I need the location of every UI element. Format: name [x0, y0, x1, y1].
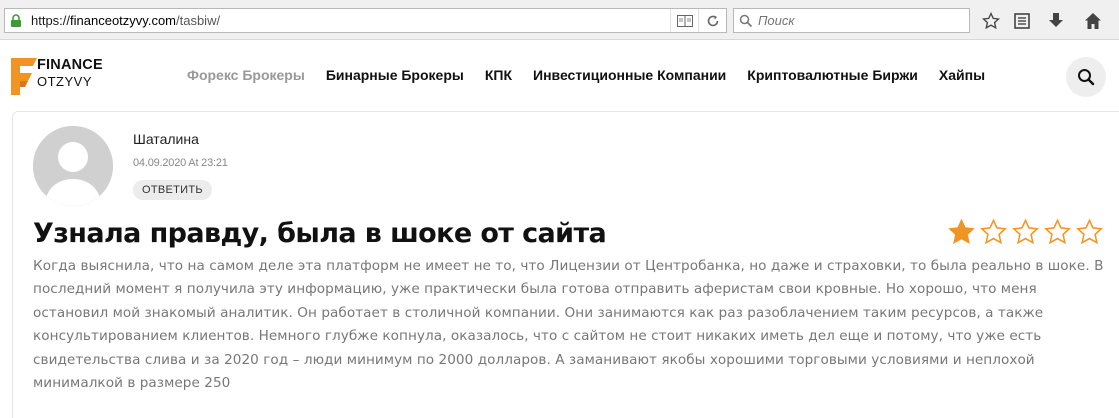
site-header: FINANCE OTZYVY Форекс Брокеры Бинарные Б…: [0, 41, 1119, 109]
user-silhouette-icon: [33, 126, 113, 206]
star-filled-icon: [946, 218, 977, 246]
lock-icon[interactable]: [5, 9, 27, 32]
star-empty-icon: [1010, 218, 1041, 246]
download-icon[interactable]: [1043, 9, 1069, 33]
reader-view-icon[interactable]: [670, 9, 698, 32]
logo-text-otzyvy: OTZYVY: [37, 74, 93, 89]
search-icon: [1078, 69, 1095, 86]
nav-item-binary-brokers[interactable]: Бинарные Брокеры: [326, 67, 464, 83]
reply-button[interactable]: ОТВЕТИТЬ: [133, 180, 212, 200]
nav-item-kpk[interactable]: КПК: [485, 67, 512, 83]
star-empty-icon: [1042, 218, 1073, 246]
browser-search-box[interactable]: [733, 8, 970, 33]
nav-item-investment-companies[interactable]: Инвестиционные Компании: [533, 67, 726, 83]
reload-icon[interactable]: [698, 9, 726, 32]
browser-toolbar: https://financeotzyvy.com/tasbiw/: [0, 0, 1119, 40]
review-body: Когда выяснила, что на самом деле эта пл…: [33, 258, 1104, 392]
url-text[interactable]: https://financeotzyvy.com/tasbiw/: [31, 13, 670, 28]
search-icon: [734, 9, 758, 32]
star-empty-icon: [1074, 218, 1105, 246]
url-path: /tasbiw/: [176, 13, 221, 28]
browser-search-input[interactable]: [758, 13, 958, 28]
avatar: [33, 126, 113, 206]
nav-item-hyips[interactable]: Хайпы: [939, 67, 985, 83]
review-date: 04.09.2020 At 23:21: [133, 157, 228, 169]
home-icon[interactable]: [1080, 9, 1106, 33]
url-scheme: https://: [31, 13, 71, 28]
nav-item-forex-brokers[interactable]: Форекс Брокеры: [187, 67, 305, 83]
address-bar[interactable]: https://financeotzyvy.com/tasbiw/: [4, 8, 727, 33]
review-author: Шаталина: [133, 131, 199, 147]
logo-text-finance: FINANCE: [37, 57, 103, 73]
review-title: Узнала правду, была в шоке от сайта: [33, 218, 607, 249]
rating-stars: [946, 218, 1105, 246]
nav-item-crypto-exchanges[interactable]: Криптовалютные Биржи: [747, 67, 918, 83]
main-nav: Форекс Брокеры Бинарные Брокеры КПК Инве…: [187, 67, 1006, 83]
url-domain: financeotzyvy.com: [70, 13, 176, 28]
star-empty-icon: [978, 218, 1009, 246]
library-icon[interactable]: [1009, 9, 1035, 33]
bookmark-star-icon[interactable]: [978, 9, 1004, 33]
site-search-button[interactable]: [1066, 57, 1106, 97]
site-logo[interactable]: FINANCE OTZYVY: [10, 55, 120, 97]
